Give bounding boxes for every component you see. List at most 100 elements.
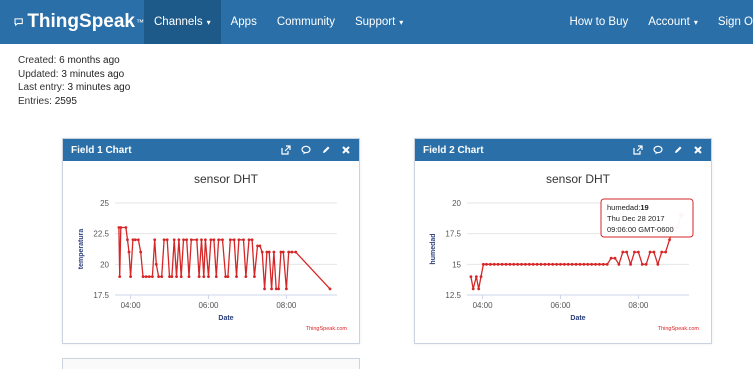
nav-channels[interactable]: Channels ▾ [144,0,221,44]
brand-name: ThingSpeak [27,11,135,32]
data-point [294,250,298,254]
data-point [605,262,609,266]
nav-community-label: Community [276,16,335,28]
pencil-icon[interactable] [321,145,331,155]
panel-title: Field 2 Chart [423,144,484,156]
data-point [267,250,271,254]
x-tick-label: 04:00 [473,301,494,310]
data-point [162,238,166,242]
data-point [157,275,161,278]
field-2-chart: sensor DHT 12.5 15 17.5 20 04:00 06:00 08:00 Dat… [423,169,703,335]
meta-value: 3 minutes ago [67,82,131,93]
data-point [172,238,176,242]
nav-how-to-buy[interactable]: How to Buy [559,0,638,44]
external-link-icon[interactable] [633,145,643,155]
close-icon[interactable] [693,145,703,155]
data-point [535,262,539,266]
data-point [185,238,189,242]
data-point [281,250,285,254]
data-point [217,238,221,242]
chart-title: sensor DHT [194,172,259,186]
thingspeak-logo[interactable]: ThingSpeak ™ [14,11,144,33]
comment-icon[interactable] [653,145,663,155]
chart-tooltip: humedad:19 Thu Dec 28 2017 09:06:00 GMT-06… [600,198,694,238]
data-point [648,250,652,254]
data-point [221,238,224,242]
data-point [551,262,555,266]
data-point [481,262,485,266]
data-point [562,262,566,266]
nav-apps-label: Apps [230,16,257,28]
close-icon[interactable] [341,145,351,155]
data-point [479,275,483,278]
y-tick-label: 17.5 [445,230,461,239]
data-point [237,238,241,242]
field-1-chart: sensor DHT 17.5 20 22.5 25 04:00 06:00 08:00 Dat… [71,169,351,335]
x-axis-label: Date [218,315,233,322]
data-point [492,262,496,266]
x-tick-label: 06:00 [198,301,219,310]
data-point [500,262,504,266]
x-tick-label: 08:00 [276,301,297,310]
nav-support[interactable]: Support ▾ [345,0,413,44]
data-point [209,238,213,242]
meta-updated: Updated: 3 minutes ago [18,68,130,82]
data-point [272,250,276,254]
data-point [586,262,590,266]
y-tick-label: 12.5 [445,291,461,300]
data-point [520,262,523,266]
nav-right-group: How to Buy Account ▾ Sign O [559,0,753,44]
x-tick-label: 04:00 [121,301,142,310]
y-tick-label: 20 [452,199,461,208]
x-tick-label: 08:00 [628,301,649,310]
data-point [290,250,294,254]
data-point [629,262,632,266]
data-point [543,262,547,266]
nav-apps[interactable]: Apps [221,0,267,44]
data-point [668,238,671,242]
comment-icon[interactable] [301,145,311,155]
meta-label: Entries: [18,95,52,107]
data-point [512,262,516,266]
data-point [165,238,169,242]
data-point [144,275,148,278]
data-point [547,262,551,266]
pencil-icon[interactable] [673,145,683,155]
data-point [202,275,206,278]
tooltip-date: Thu Dec 28 2017 [607,214,665,223]
data-point [598,262,601,266]
nav-community[interactable]: Community [267,0,345,44]
data-point [516,262,520,266]
tooltip-series: humedad:19 [607,203,649,212]
data-point [258,244,262,248]
data-point [187,275,191,278]
data-point [126,238,129,242]
series-line [118,226,331,290]
data-point [664,250,668,254]
top-navbar: ThingSpeak ™ Channels ▾ Apps Community Sup… [0,0,753,44]
data-point [153,238,157,242]
data-point [496,262,500,266]
y-axis-label: humedad [430,233,437,264]
meta-value: 6 months ago [59,55,120,66]
external-link-icon[interactable] [281,145,291,155]
meta-last-entry: Last entry: 3 minutes ago [18,81,130,95]
data-point [170,275,174,278]
data-point [625,250,629,254]
data-point [141,275,145,278]
data-point [644,262,648,266]
tooltip-time: 09:06:00 GMT-0600 [607,225,674,234]
data-point [617,262,621,266]
nav-sign-out[interactable]: Sign O [708,0,753,44]
data-point [244,275,248,278]
y-tick-label: 20 [100,260,109,269]
data-point [555,262,558,266]
data-point [656,262,660,266]
trademark-mark: ™ [136,17,144,27]
data-point [613,256,617,260]
nav-account[interactable]: Account ▾ [638,0,708,44]
data-point [566,262,570,266]
data-point [226,275,230,278]
data-point [147,275,151,278]
data-point [594,262,597,266]
